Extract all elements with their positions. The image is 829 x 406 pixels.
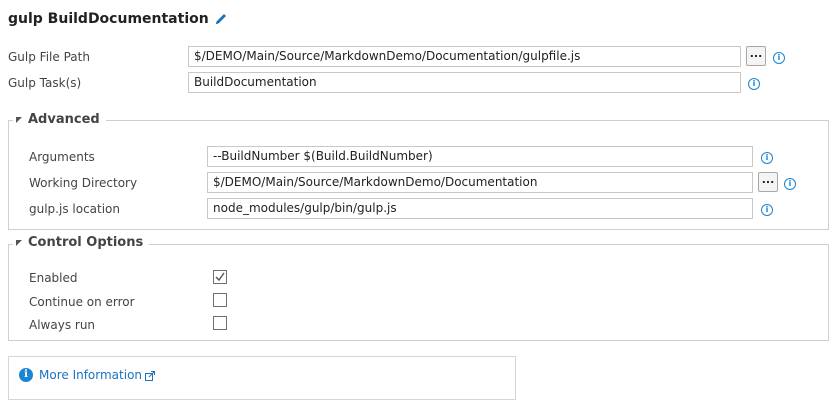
gulp-file-path-input[interactable]: $/DEMO/Main/Source/MarkdownDemo/Document… [188,46,741,67]
arguments-input[interactable]: --BuildNumber $(Build.BuildNumber) [207,146,753,167]
enabled-label: Enabled [29,271,78,285]
enabled-checkbox[interactable] [213,270,227,284]
working-directory-label: Working Directory [29,176,138,190]
control-options-title: Control Options [28,235,144,250]
working-directory-input[interactable]: $/DEMO/Main/Source/MarkdownDemo/Document… [207,172,753,193]
control-options-group [8,244,829,341]
control-options-toggle[interactable]: Control Options [13,235,150,250]
gulp-tasks-input[interactable]: BuildDocumentation [188,72,741,93]
gulpjs-location-label: gulp.js location [29,202,121,216]
gulp-tasks-info-icon[interactable]: i [748,78,760,90]
checkmark-icon [215,272,225,282]
arguments-label: Arguments [29,150,95,164]
working-directory-info-icon[interactable]: i [784,178,796,190]
gulp-file-path-browse-button[interactable]: ... [746,46,766,66]
task-title-text: gulp BuildDocumentation [8,11,209,27]
gulp-tasks-label: Gulp Task(s) [8,76,82,90]
pencil-icon[interactable] [214,12,228,26]
info-icon: i [19,368,33,382]
gulpjs-location-info-icon[interactable]: i [761,204,773,216]
more-information-label: More Information [39,368,143,382]
arguments-info-icon[interactable]: i [761,152,773,164]
gulpjs-location-input[interactable]: node_modules/gulp/bin/gulp.js [207,198,753,219]
gulp-file-path-info-icon[interactable]: i [773,52,785,64]
always-run-label: Always run [29,318,96,332]
external-link-icon [145,370,156,381]
gulp-file-path-label: Gulp File Path [8,50,90,64]
more-information-link[interactable]: More Information [39,368,156,382]
collapse-triangle-icon [16,116,22,123]
always-run-checkbox[interactable] [213,316,227,330]
collapse-triangle-icon [16,239,22,246]
advanced-toggle[interactable]: Advanced [13,112,106,127]
advanced-title: Advanced [28,112,100,127]
task-title: gulp BuildDocumentation [8,11,228,27]
working-directory-browse-button[interactable]: ... [758,172,778,192]
continue-on-error-label: Continue on error [29,295,135,309]
continue-on-error-checkbox[interactable] [213,293,227,307]
